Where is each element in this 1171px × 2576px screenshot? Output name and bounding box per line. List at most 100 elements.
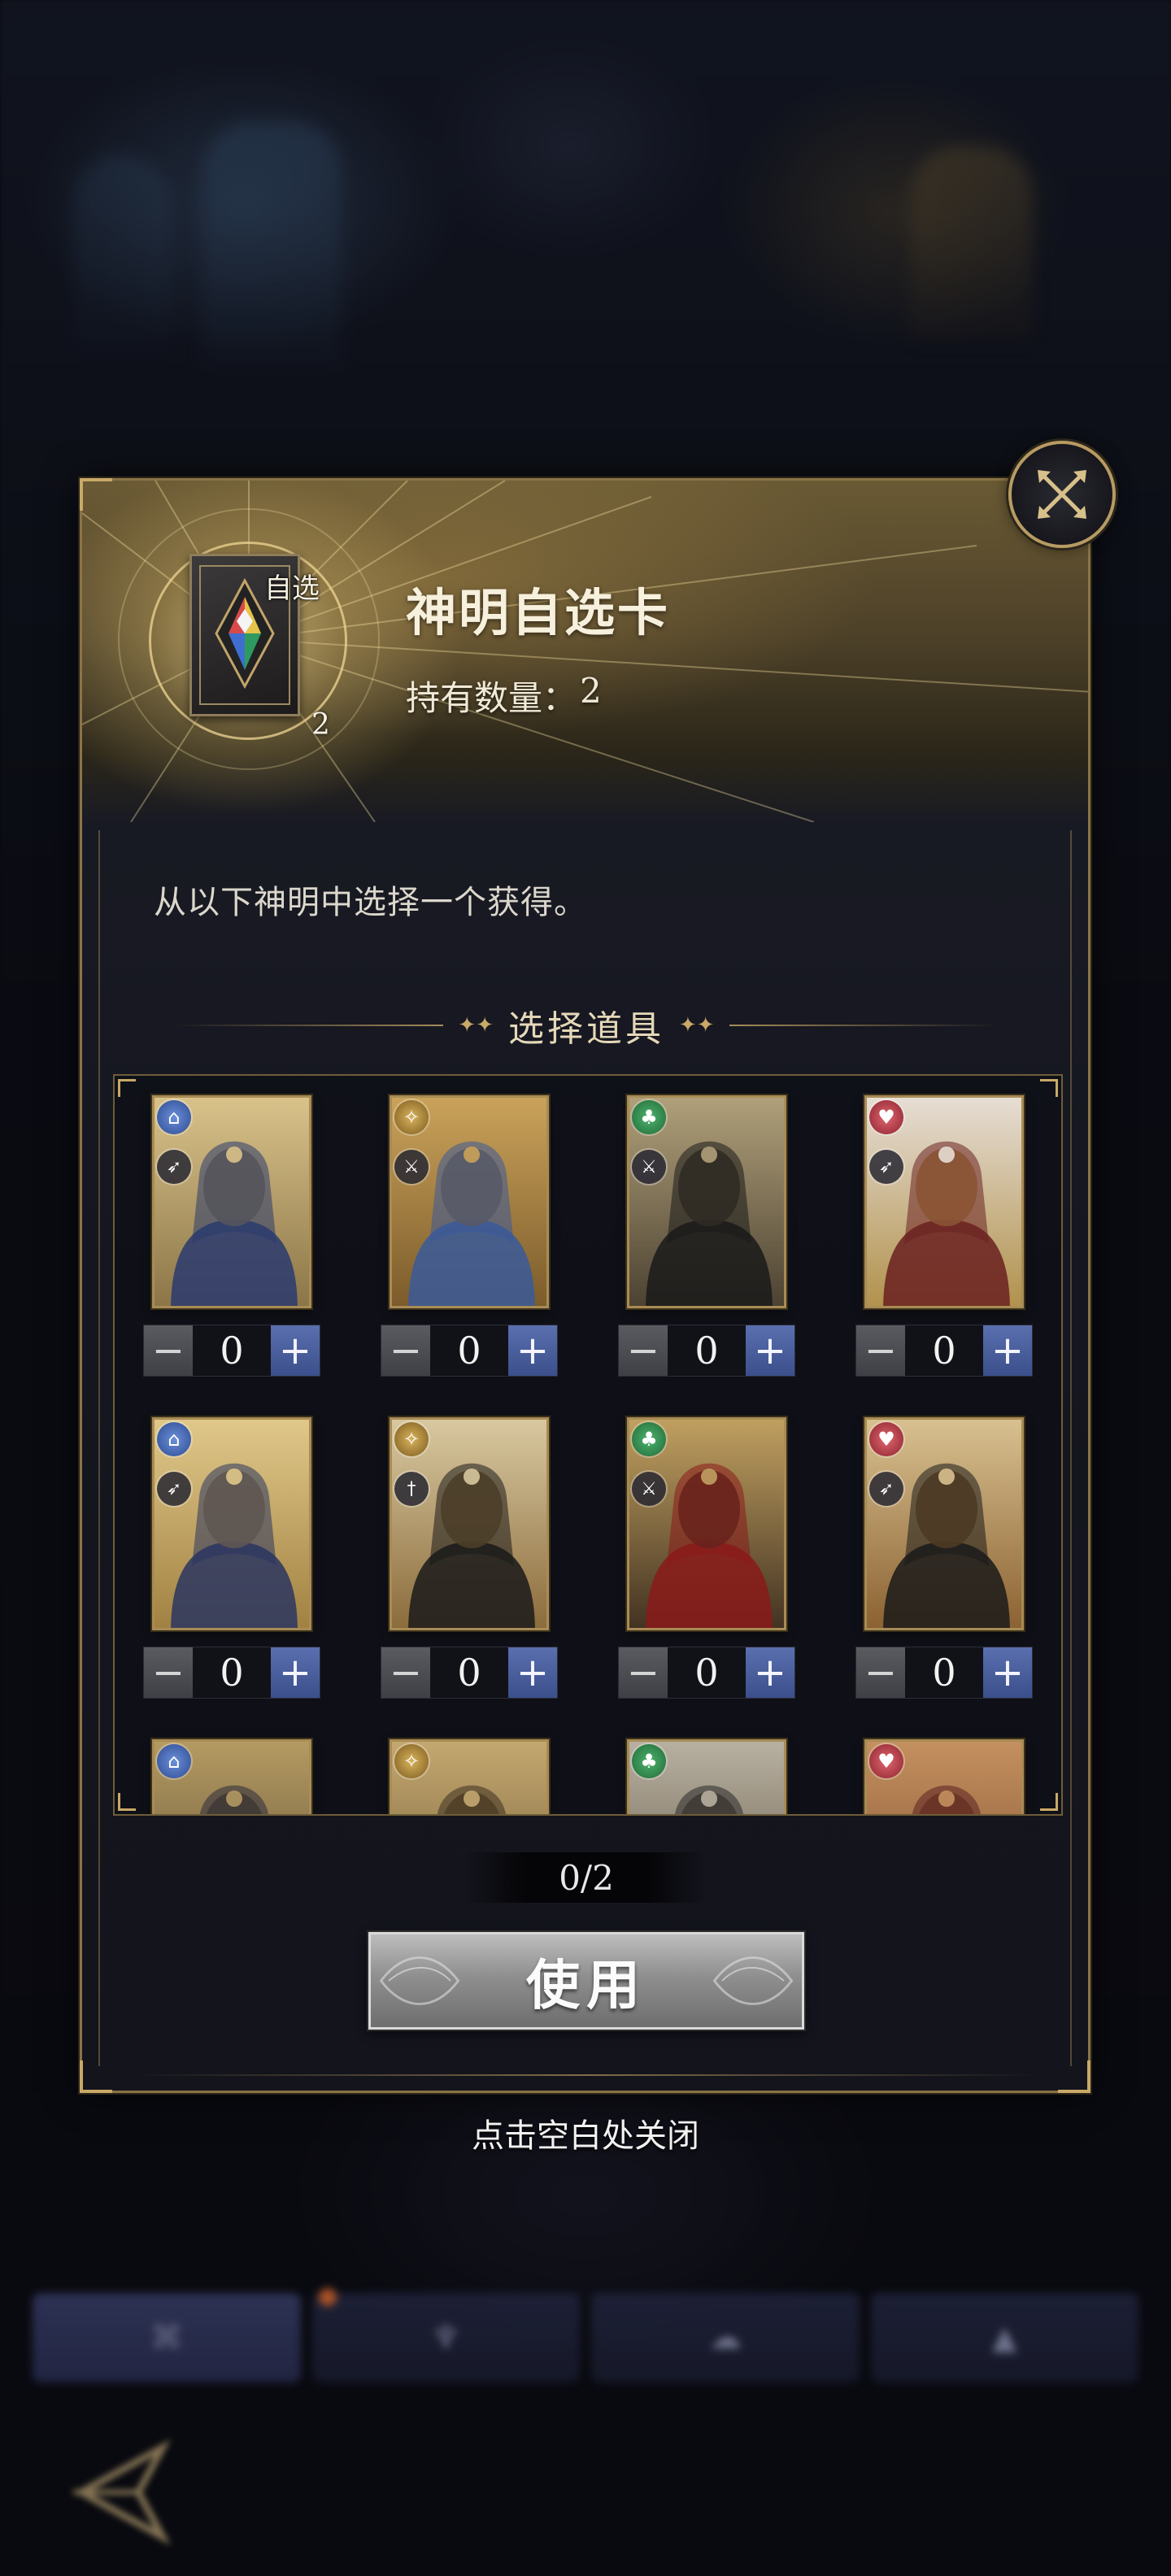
- close-hint[interactable]: 点击空白处关闭: [0, 2109, 1171, 2156]
- increase-button[interactable]: +: [983, 1325, 1032, 1376]
- clover-icon: ♣: [632, 1744, 666, 1778]
- crossed-swords-icon: ⚔: [394, 1150, 429, 1184]
- quantity-value: 0: [668, 1325, 746, 1376]
- close-icon: [1038, 470, 1086, 519]
- increase-button[interactable]: +: [508, 1325, 557, 1376]
- section-divider: [729, 1025, 999, 1026]
- section-divider: [173, 1025, 444, 1026]
- decrease-button[interactable]: −: [381, 1647, 430, 1698]
- decrease-button[interactable]: −: [856, 1325, 905, 1376]
- owned-quantity: 持有数量： 2: [406, 671, 602, 720]
- use-button-label: 使用: [526, 1953, 646, 2017]
- wind-icon: ⌂: [157, 1744, 191, 1778]
- blurred-bottom-nav: ⌘ ♆ ☁ ▲: [33, 2288, 1138, 2382]
- grid-corner: [1040, 1079, 1058, 1097]
- dialog-title: 神明自选卡: [406, 583, 671, 642]
- heart-icon: ♥: [869, 1100, 903, 1134]
- god-grid[interactable]: ⌂ ➶ −0 + ✧ ⚔ −0 + ♣ ⚔ −0 + ♥ ➶ −0 + ⌂ ➶ −0 + ✧ † −0 + ♣ ⚔ −0 + ♥ ➶ −0 +…: [113, 1074, 1063, 1816]
- god-card[interactable]: ♣ ⚔: [627, 1095, 786, 1308]
- crossed-swords-icon: ⚔: [632, 1150, 666, 1184]
- back-arrow-icon: [73, 2439, 172, 2546]
- archer-icon: ➶: [869, 1150, 903, 1184]
- decrease-button[interactable]: −: [619, 1647, 668, 1698]
- quantity-stepper[interactable]: −0 +: [143, 1647, 320, 1699]
- quantity-stepper[interactable]: −0 +: [618, 1647, 795, 1699]
- god-card[interactable]: ⌂ ➶: [152, 1095, 311, 1308]
- button-ornament: [379, 1956, 460, 2005]
- grid-corner: [118, 1793, 136, 1811]
- god-card[interactable]: ⌂ ➶: [152, 1417, 311, 1630]
- quantity-stepper[interactable]: −0 +: [855, 1325, 1033, 1377]
- notification-dot: [319, 2288, 337, 2306]
- decrease-button[interactable]: −: [619, 1325, 668, 1376]
- decrease-button[interactable]: −: [856, 1647, 905, 1698]
- bottom-tab: ☁: [591, 2293, 860, 2382]
- god-card[interactable]: ⌂: [152, 1739, 311, 1814]
- quantity-stepper[interactable]: −0 +: [618, 1325, 795, 1377]
- quantity-stepper[interactable]: −0 +: [381, 1325, 558, 1377]
- owned-value: 2: [580, 671, 602, 711]
- god-card[interactable]: ✧ ⚔: [390, 1095, 549, 1308]
- cloud-icon: ☁: [708, 2319, 742, 2356]
- god-card[interactable]: ♥ ➶: [864, 1095, 1024, 1308]
- dagger-icon: †: [394, 1472, 429, 1506]
- sun-icon: ✧: [394, 1100, 429, 1134]
- increase-button[interactable]: +: [508, 1647, 557, 1698]
- quantity-stepper[interactable]: −0 +: [143, 1325, 320, 1377]
- quantity-value: 0: [668, 1647, 746, 1698]
- decrease-button[interactable]: −: [144, 1647, 193, 1698]
- increase-button[interactable]: +: [983, 1647, 1032, 1698]
- sparkle-icon: ✦✦: [458, 1013, 494, 1038]
- increase-button[interactable]: +: [746, 1647, 794, 1698]
- section-header: ✦✦ 选择道具 ✦✦: [173, 1001, 999, 1050]
- cup-icon: ♆: [431, 2319, 461, 2356]
- quantity-value: 0: [193, 1325, 271, 1376]
- frame-corner: [80, 478, 112, 511]
- item-tag-label: 自选: [264, 572, 320, 605]
- quantity-value: 0: [905, 1647, 983, 1698]
- increase-button[interactable]: +: [271, 1325, 320, 1376]
- increase-button[interactable]: +: [746, 1325, 794, 1376]
- god-select-dialog: 自选 2 神明自选卡 持有数量： 2 从以下神明中选择一个获得。 ✦✦ 选择道具…: [80, 478, 1090, 2093]
- god-card[interactable]: ♥: [864, 1739, 1024, 1814]
- owned-label: 持有数量：: [406, 678, 577, 718]
- crossed-swords-icon: ⚔: [632, 1472, 666, 1506]
- frame-corner: [80, 2060, 112, 2093]
- god-card[interactable]: ✧: [390, 1739, 549, 1814]
- bottom-divider: [131, 2074, 1042, 2076]
- wind-icon: ⌂: [157, 1422, 191, 1456]
- sun-icon: ✧: [394, 1422, 429, 1456]
- triangle-icon: ▲: [991, 2319, 1017, 2356]
- decrease-button[interactable]: −: [381, 1325, 430, 1376]
- quantity-value: 0: [430, 1647, 508, 1698]
- wind-icon: ⌂: [157, 1100, 191, 1134]
- quantity-stepper[interactable]: −0 +: [381, 1647, 558, 1699]
- side-decoration: [1070, 830, 1072, 2066]
- quantity-value: 0: [905, 1325, 983, 1376]
- quantity-value: 0: [193, 1647, 271, 1698]
- clover-icon: ♣: [632, 1422, 666, 1456]
- frame-corner: [1058, 2060, 1090, 2093]
- increase-button[interactable]: +: [271, 1647, 320, 1698]
- god-card[interactable]: ✧ †: [390, 1417, 549, 1630]
- close-button[interactable]: [1008, 441, 1116, 548]
- sparkle-icon: ✦✦: [679, 1013, 715, 1038]
- section-title: 选择道具: [508, 1008, 664, 1050]
- item-count-label: 2: [311, 708, 330, 742]
- quantity-stepper[interactable]: −0 +: [855, 1647, 1033, 1699]
- bottom-tab: ♆: [311, 2293, 580, 2382]
- decrease-button[interactable]: −: [144, 1325, 193, 1376]
- god-card[interactable]: ♣: [627, 1739, 786, 1814]
- grid-icon: ⌘: [150, 2319, 183, 2356]
- god-card[interactable]: ♣ ⚔: [627, 1417, 786, 1630]
- bottom-tab: ▲: [870, 2293, 1138, 2382]
- dialog-description: 从以下神明中选择一个获得。: [154, 884, 587, 921]
- dialog-header: 自选 2 神明自选卡 持有数量： 2: [82, 481, 1088, 822]
- clover-icon: ♣: [632, 1100, 666, 1134]
- quantity-value: 0: [430, 1325, 508, 1376]
- grid-corner: [1040, 1793, 1058, 1811]
- heart-icon: ♥: [869, 1422, 903, 1456]
- use-button[interactable]: 使用: [368, 1932, 804, 2030]
- god-card[interactable]: ♥ ➶: [864, 1417, 1024, 1630]
- sun-icon: ✧: [394, 1744, 429, 1778]
